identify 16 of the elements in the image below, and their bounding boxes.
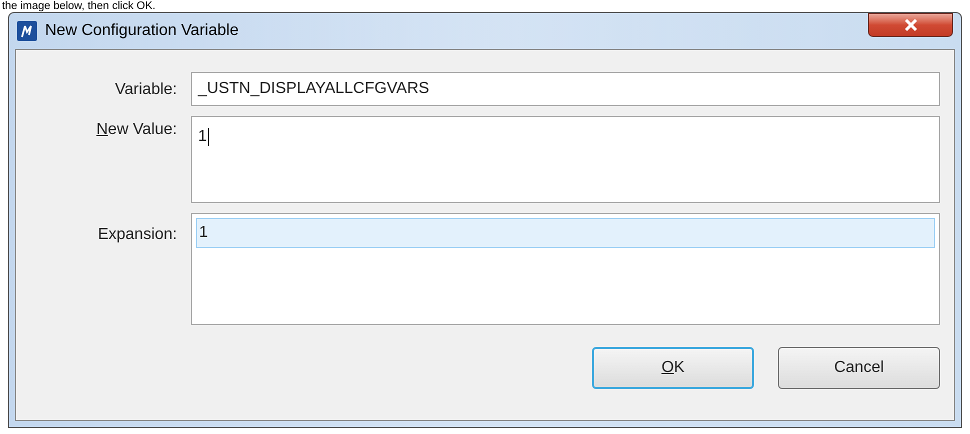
- close-icon: [904, 19, 918, 31]
- window-title: New Configuration Variable: [45, 21, 239, 41]
- field-value: 1: [198, 127, 207, 147]
- dialog-button[interactable]: OK: [592, 347, 754, 389]
- close-button[interactable]: [868, 13, 953, 37]
- app-logo-icon: [17, 21, 37, 41]
- list-item[interactable]: 1: [196, 218, 935, 248]
- input-field[interactable]: _USTN_DISPLAYALLCFGVARS: [191, 72, 940, 106]
- dialog-button[interactable]: Cancel: [778, 347, 940, 389]
- input-field[interactable]: 1: [191, 116, 940, 203]
- field-label: Variable:: [114, 80, 178, 100]
- caption-text: the image below, then click OK.: [2, 0, 156, 12]
- field-label: New Value:: [95, 120, 178, 140]
- list-box[interactable]: 1: [191, 213, 940, 325]
- field-value: _USTN_DISPLAYALLCFGVARS: [198, 79, 430, 99]
- field-label: Expansion:: [96, 225, 178, 245]
